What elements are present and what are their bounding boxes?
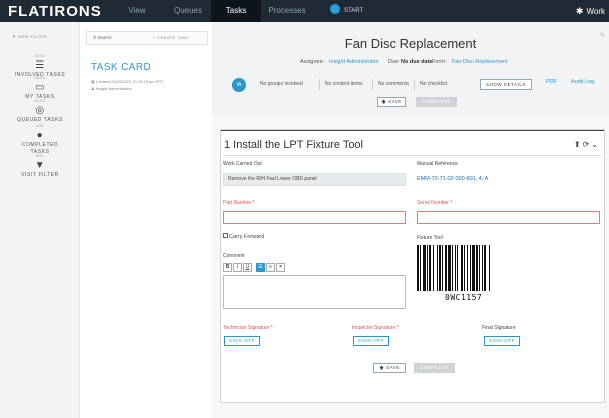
due-date[interactable]: No due date [401, 59, 432, 65]
target-icon: ◎ [35, 105, 45, 116]
completed-count: 000 [35, 123, 45, 128]
nav-tasks[interactable]: Tasks [211, 0, 261, 22]
task-card-title[interactable]: TASK CARD [91, 62, 151, 73]
underline-button[interactable]: U [243, 263, 252, 272]
final-sign-off-button[interactable]: SIGN-OFF [484, 336, 520, 346]
start-label: START [344, 8, 364, 14]
save-icon[interactable]: ⬆ [574, 140, 583, 149]
left-sidebar: ▼ NEW FILTER 0000 ☰ INVOLVED TASKS 0000 … [0, 22, 80, 418]
chevron-down-icon[interactable]: ⌄ [591, 140, 600, 149]
comment-label: Comment [223, 253, 245, 259]
bullet-list-button[interactable]: ☰ [256, 263, 265, 272]
divider [414, 79, 415, 90]
italic-button[interactable]: I [233, 263, 242, 272]
inbox-icon: ▭ [34, 82, 46, 93]
task-list-panel: ⚲ Search + CREATE TASK TASK CARD ▦ Creat… [82, 22, 210, 418]
technician-signature-label: Technician Signature * [223, 325, 273, 331]
barcode-number: 0WC1157 [445, 293, 483, 302]
serial-number-label: Serial Number * [417, 200, 453, 206]
work-carried-out-label: Work Carried Out [223, 161, 262, 167]
bold-button[interactable]: B [223, 263, 232, 272]
work-carried-out-field: Remove the R/H Fwd Lower OBD panel [223, 173, 406, 186]
divider [372, 79, 373, 90]
content-stat[interactable]: No content items [325, 81, 363, 87]
serial-number-input[interactable] [417, 211, 600, 224]
card-title: 1 Install the LPT Fixture Tool [224, 139, 363, 151]
barcode-image [417, 245, 490, 291]
involved-count: 0000 [34, 53, 46, 58]
numbered-list-button[interactable]: ≡ [266, 263, 275, 272]
part-number-label: Part Number * [223, 200, 255, 206]
search-input[interactable]: ⚲ Search [93, 35, 112, 41]
link-button[interactable]: ⚭ [276, 263, 285, 272]
task-detail: ✎ Fan Disc Replacement Assignee: Insight… [212, 22, 609, 418]
checkbox-icon [223, 233, 228, 239]
queued-count: 0000 [34, 98, 46, 103]
task-created: ▦ Created 00/20/2022 10:15:15 pm PDT [91, 79, 164, 84]
check-icon: ● [36, 130, 44, 141]
work-label: Work [586, 7, 605, 16]
avatar: IA [232, 78, 246, 92]
nav-processes[interactable]: Processes [264, 0, 310, 22]
start-icon [330, 4, 340, 15]
inspector-sign-off-button[interactable]: SIGN-OFF [353, 336, 389, 346]
my-tasks-count: 0000 [34, 75, 46, 80]
card-actions: ⬆⟳⌄ [574, 140, 600, 149]
divider [223, 155, 602, 156]
complete-button[interactable]: COMPLETE [416, 97, 457, 107]
form-link[interactable]: Fan Disc Replacement [452, 59, 508, 65]
app-logo[interactable]: FLATIRONS [8, 3, 102, 20]
task-card: 1 Install the LPT Fixture Tool ⬆⟳⌄ Work … [220, 129, 605, 403]
task-assignee: ♟ Insight Administrator [91, 86, 132, 91]
nav-view[interactable]: View [118, 0, 156, 22]
new-filter-button[interactable]: ▼ NEW FILTER [12, 34, 47, 39]
create-task-button[interactable]: + CREATE TASK [153, 35, 189, 40]
show-details-button[interactable]: SHOW DETAILS [480, 79, 532, 90]
audit-log-link[interactable]: Audit Log [571, 79, 594, 85]
comments-stat[interactable]: No comments [378, 81, 409, 87]
card-complete-button[interactable]: COMPLETE [414, 363, 455, 373]
sidebar-item-visit-filter[interactable]: 000 ▼ VISIT FILTER [0, 152, 80, 179]
list-icon: ☰ [35, 60, 45, 71]
comment-textarea[interactable] [223, 275, 406, 309]
pdf-link[interactable]: PDF [546, 79, 557, 85]
start-button[interactable]: START [330, 0, 363, 22]
work-menu[interactable]: ✱ Work [576, 0, 605, 22]
top-bar: FLATIRONS View Queues Tasks Processes ST… [0, 0, 609, 22]
divider [319, 79, 320, 90]
sidebar-item-completed-tasks[interactable]: 000 ● COMPLETED TASKS [0, 122, 80, 156]
manual-reference-value[interactable]: EMM-72-71-02-000-801, 4, A [417, 176, 488, 182]
filter-icon: ▼ [34, 160, 46, 171]
sidebar-item-label: VISIT FILTER [21, 172, 59, 178]
save-button[interactable]: 🡅 SAVE [377, 97, 406, 107]
part-number-input[interactable] [223, 211, 406, 224]
gear-icon: ✱ [575, 6, 584, 16]
groups-stat[interactable]: No groups involved [260, 81, 303, 87]
sidebar-item-queued-tasks[interactable]: 0000 ◎ QUEUED TASKS [0, 97, 80, 124]
carry-forward-checkbox[interactable]: Carry Forward [223, 233, 264, 240]
technician-sign-off-button[interactable]: SIGN-OFF [224, 336, 260, 346]
task-title: Fan Disc Replacement [344, 36, 477, 51]
fixture-tool-label: Fixture Tool [417, 235, 443, 241]
manual-reference-label: Manual Reference [417, 161, 458, 167]
checklist-stat[interactable]: No checklist [420, 81, 447, 87]
search-bar[interactable]: ⚲ Search + CREATE TASK [86, 31, 208, 45]
visit-count: 000 [35, 153, 45, 158]
card-top-border [221, 130, 604, 131]
final-signature-label: Final Signature [482, 325, 516, 331]
assignee-link[interactable]: Insight Administrator [329, 59, 379, 65]
refresh-icon[interactable]: ⟳ [583, 140, 592, 149]
nav-queues[interactable]: Queues [165, 0, 211, 22]
card-save-button[interactable]: 🡅 SAVE [373, 363, 406, 373]
inspector-signature-label: Inspector Signature * [352, 325, 399, 331]
task-header: ✎ Fan Disc Replacement Assignee: Insight… [212, 22, 609, 116]
